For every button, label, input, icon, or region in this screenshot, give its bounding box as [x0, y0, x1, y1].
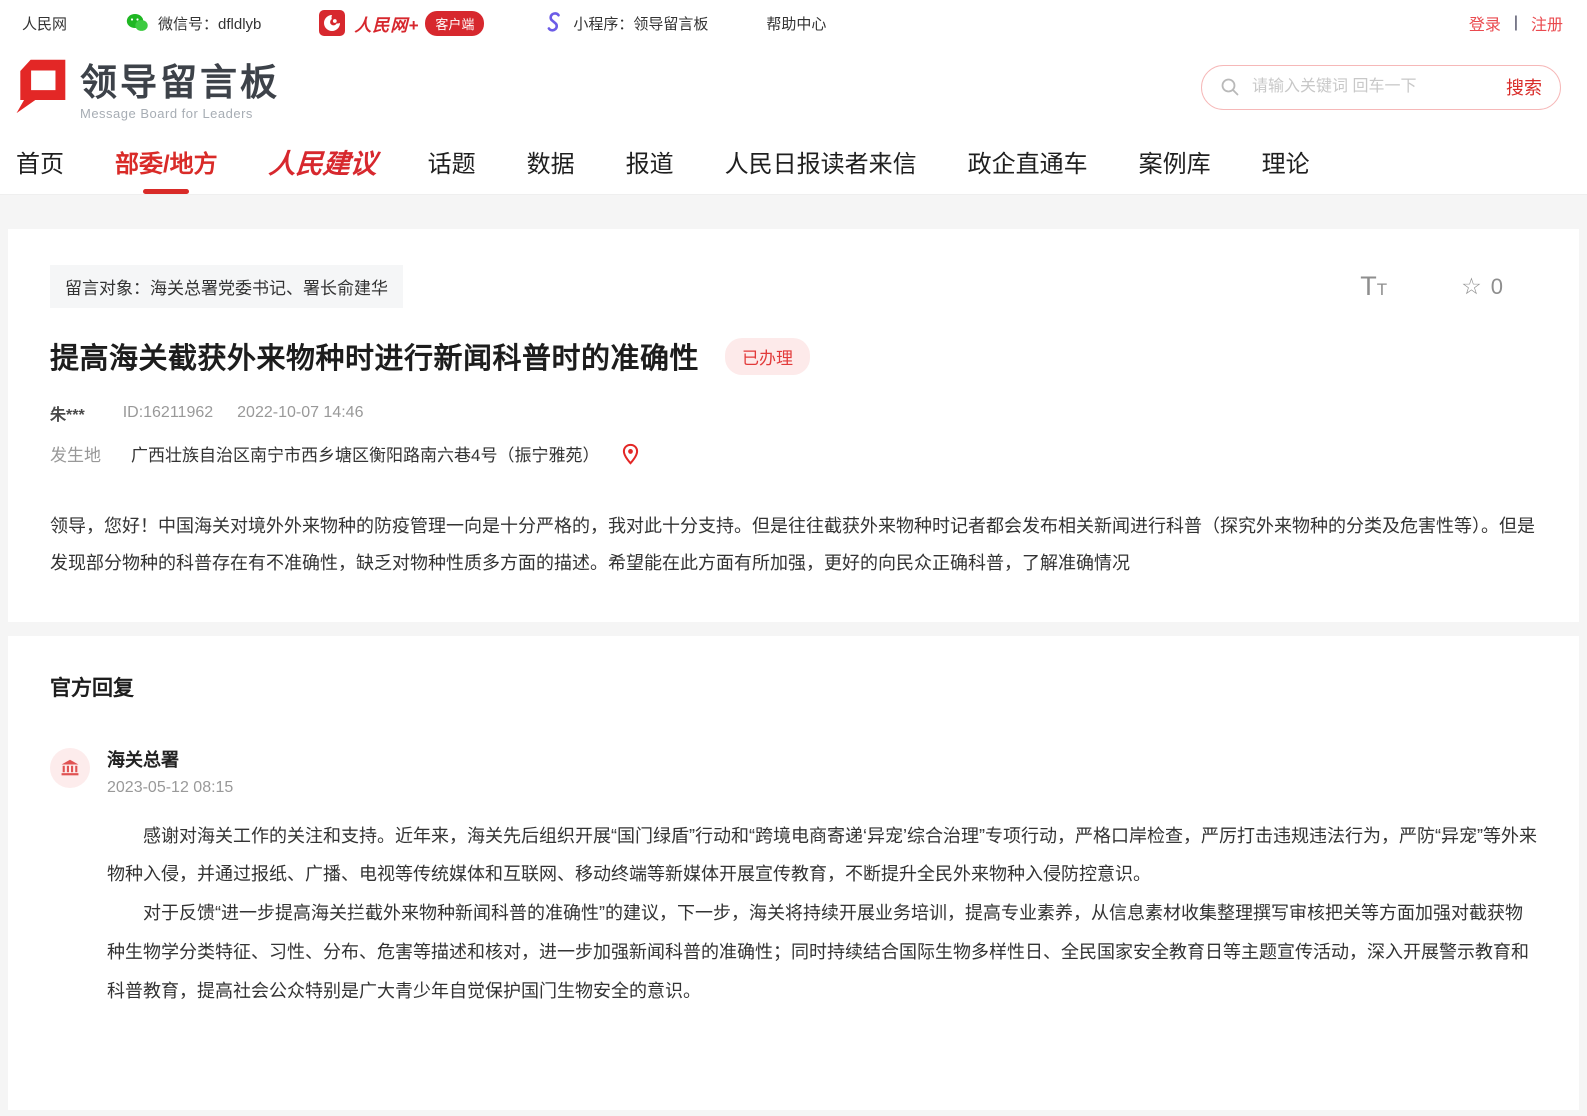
message-title: 提高海关截获外来物种时进行新闻科普时的准确性	[50, 335, 699, 377]
reply-paragraph: 对于反馈“进一步提高海关拦截外来物种新闻科普的准确性”的建议，下一步，海关将持续…	[107, 894, 1537, 1010]
reply-section-title: 官方回复	[50, 672, 1537, 702]
favorite-control[interactable]: ☆ 0	[1461, 273, 1503, 300]
search-input[interactable]	[1250, 77, 1506, 97]
location-pin-icon[interactable]	[621, 443, 640, 465]
auth-separator: |	[1514, 14, 1518, 32]
message-card: 留言对象：海关总署党委书记、署长俞建华 TT ☆ 0 提高海关截获外来物种时进行…	[8, 229, 1579, 622]
people-app-brand: 人民网+	[354, 11, 419, 36]
wechat-icon	[125, 12, 149, 34]
star-icon: ☆	[1461, 273, 1482, 300]
logo-text: 领导留言板 Message Board for Leaders	[80, 64, 280, 121]
login-link[interactable]: 登录	[1469, 11, 1501, 35]
agency-info: 海关总署 2023-05-12 08:15	[107, 746, 233, 797]
people-net-label: 人民网	[22, 13, 67, 34]
miniprogram-icon	[542, 11, 564, 35]
auth-links: 登录 | 注册	[1469, 11, 1563, 35]
nav-item-gov-enterprise[interactable]: 政企直通车	[968, 144, 1088, 179]
status-badge: 已办理	[725, 338, 810, 375]
nav-item-reports[interactable]: 报道	[626, 144, 674, 179]
message-meta: 朱*** ID:16211962 2022-10-07 14:46	[50, 401, 1537, 425]
miniprogram-link[interactable]: 小程序：领导留言板	[542, 11, 708, 35]
message-time: 2022-10-07 14:46	[237, 404, 363, 422]
nav-item-theory[interactable]: 理论	[1262, 144, 1310, 179]
agency-name: 海关总署	[107, 746, 233, 772]
nav-item-case-library[interactable]: 案例库	[1139, 144, 1211, 179]
nav-item-topics[interactable]: 话题	[428, 144, 476, 179]
nav-item-ministries-local[interactable]: 部委/地方	[115, 144, 218, 179]
nav-item-people-suggestions[interactable]: 人民建议	[267, 142, 378, 181]
site-header: 领导留言板 Message Board for Leaders 搜索	[0, 46, 1587, 128]
client-badge: 客户端	[425, 11, 484, 36]
reply-time: 2023-05-12 08:15	[107, 779, 233, 797]
register-link[interactable]: 注册	[1531, 11, 1563, 35]
location-value: 广西壮族自治区南宁市西乡塘区衡阳路南六巷4号（振宁雅苑）	[131, 441, 599, 466]
message-author: 朱***	[50, 401, 85, 425]
agency-avatar	[50, 748, 90, 788]
top-utility-bar: 人民网 微信号：dfldlyb 人民网+ 客户端 小程序：领导留言板 帮助中心 …	[0, 0, 1587, 46]
people-app-icon	[319, 10, 345, 36]
bank-icon	[59, 757, 81, 779]
nav-item-home[interactable]: 首页	[16, 144, 64, 179]
search-button[interactable]: 搜索	[1506, 74, 1542, 100]
help-center-link[interactable]: 帮助中心	[766, 13, 826, 34]
message-id: ID:16211962	[123, 404, 213, 422]
logo-title: 领导留言板	[80, 64, 280, 101]
message-location-row: 发生地 广西壮族自治区南宁市西乡塘区衡阳路南六巷4号（振宁雅苑）	[50, 441, 1537, 466]
people-app-link[interactable]: 人民网+ 客户端	[319, 10, 484, 36]
page-content: 留言对象：海关总署党委书记、署长俞建华 TT ☆ 0 提高海关截获外来物种时进行…	[0, 195, 1587, 1110]
official-reply-card: 官方回复 海关总署 2023-05-12 08:15 感谢对海关工作的关注和支持…	[8, 636, 1579, 1110]
search-box: 搜索	[1201, 65, 1561, 110]
message-tools: TT ☆ 0	[1360, 273, 1537, 300]
search-icon	[1220, 77, 1240, 97]
miniprogram-label: 小程序：领导留言板	[573, 13, 708, 34]
wechat-label: 微信号：dfldlyb	[158, 13, 261, 34]
wechat-account: 微信号：dfldlyb	[125, 12, 261, 34]
nav-item-data[interactable]: 数据	[527, 144, 575, 179]
message-body: 领导，您好！中国海关对境外外来物种的防疫管理一向是十分严格的，我对此十分支持。但…	[50, 508, 1537, 582]
reply-paragraph: 感谢对海关工作的关注和支持。近年来，海关先后组织开展“国门绿盾”行动和“跨境电商…	[107, 817, 1537, 894]
message-target-tag: 留言对象：海关总署党委书记、署长俞建华	[50, 265, 403, 308]
reply-body: 感谢对海关工作的关注和支持。近年来，海关先后组织开展“国门绿盾”行动和“跨境电商…	[107, 817, 1537, 1010]
location-label: 发生地	[50, 441, 101, 466]
font-size-icon[interactable]: TT	[1360, 273, 1387, 300]
logo-mark-icon	[10, 54, 70, 121]
site-logo[interactable]: 领导留言板 Message Board for Leaders	[10, 54, 280, 121]
favorite-count: 0	[1491, 274, 1503, 300]
main-nav: 首页 部委/地方 人民建议 话题 数据 报道 人民日报读者来信 政企直通车 案例…	[0, 128, 1587, 195]
nav-item-reader-letters[interactable]: 人民日报读者来信	[725, 144, 917, 179]
help-center-label: 帮助中心	[766, 13, 826, 34]
people-net-link[interactable]: 人民网	[22, 13, 67, 34]
logo-subtitle: Message Board for Leaders	[80, 106, 280, 121]
